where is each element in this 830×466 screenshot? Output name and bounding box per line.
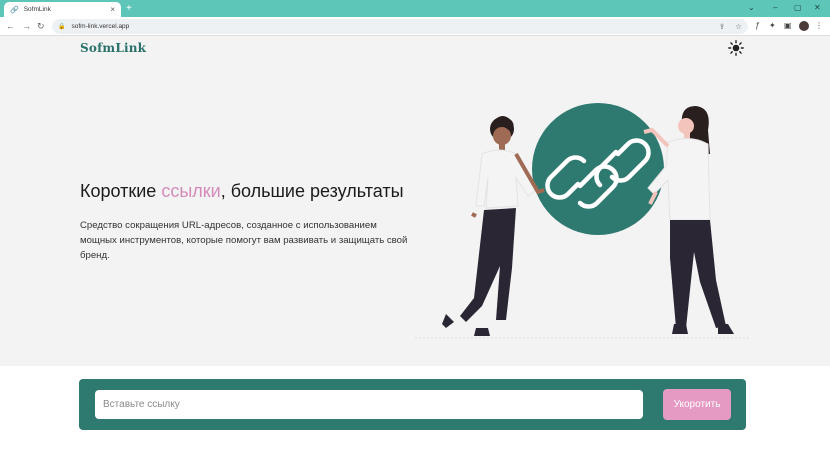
close-tab-icon[interactable]: × bbox=[110, 5, 115, 14]
people-holding-link-illustration bbox=[415, 103, 750, 339]
shortener-panel: Укоротить bbox=[79, 379, 746, 430]
hero-description: Средство сокращения URL-адресов, созданн… bbox=[80, 220, 408, 261]
share-icon[interactable]: ⇪ bbox=[719, 22, 725, 31]
headline-part-1: Короткие bbox=[80, 181, 162, 201]
extensions-puzzle-icon[interactable]: ✦ bbox=[769, 20, 776, 32]
close-window-icon[interactable]: ✕ bbox=[814, 2, 821, 14]
browser-toolbar: ← → ↻ 🔒 sofm-link.vercel.app ⇪ ☆ ƒ ✦ ▣ ⋮ bbox=[0, 17, 830, 36]
bookmark-star-icon[interactable]: ☆ bbox=[735, 22, 742, 31]
tab-title: SofmLink bbox=[23, 6, 51, 13]
sidebar-icon[interactable]: ▣ bbox=[784, 20, 792, 32]
forward-icon[interactable]: → bbox=[22, 20, 31, 32]
sun-icon[interactable] bbox=[728, 40, 744, 56]
back-icon[interactable]: ← bbox=[6, 20, 15, 32]
lock-icon[interactable]: 🔒 bbox=[58, 23, 65, 30]
shorten-button[interactable]: Укоротить bbox=[663, 389, 731, 420]
extension-fx-icon[interactable]: ƒ bbox=[755, 20, 759, 32]
url-text[interactable]: sofm-link.vercel.app bbox=[71, 23, 129, 30]
link-favicon-icon: 🔗 bbox=[10, 6, 19, 14]
address-bar[interactable]: 🔒 sofm-link.vercel.app ⇪ ☆ bbox=[52, 19, 748, 34]
profile-avatar[interactable] bbox=[799, 21, 809, 31]
menu-dots-icon[interactable]: ⋮ bbox=[815, 20, 823, 32]
new-tab-button[interactable]: + bbox=[126, 2, 132, 15]
browser-tab-bar: 🔗 SofmLink × + ⌄ – ▢ ✕ bbox=[0, 0, 830, 17]
headline-accent: ссылки bbox=[161, 181, 221, 201]
maximize-icon[interactable]: ▢ bbox=[794, 2, 802, 14]
site-logo[interactable]: SofmLink bbox=[80, 41, 146, 55]
tab-search-icon[interactable]: ⌄ bbox=[748, 2, 755, 14]
browser-tab[interactable]: 🔗 SofmLink × bbox=[4, 2, 121, 17]
hero-headline: Короткие ссылки, большие результаты bbox=[80, 181, 404, 202]
minimize-icon[interactable]: – bbox=[773, 2, 777, 14]
reload-icon[interactable]: ↻ bbox=[37, 20, 45, 32]
link-input[interactable] bbox=[95, 390, 643, 419]
headline-part-2: , большие результаты bbox=[220, 181, 404, 201]
